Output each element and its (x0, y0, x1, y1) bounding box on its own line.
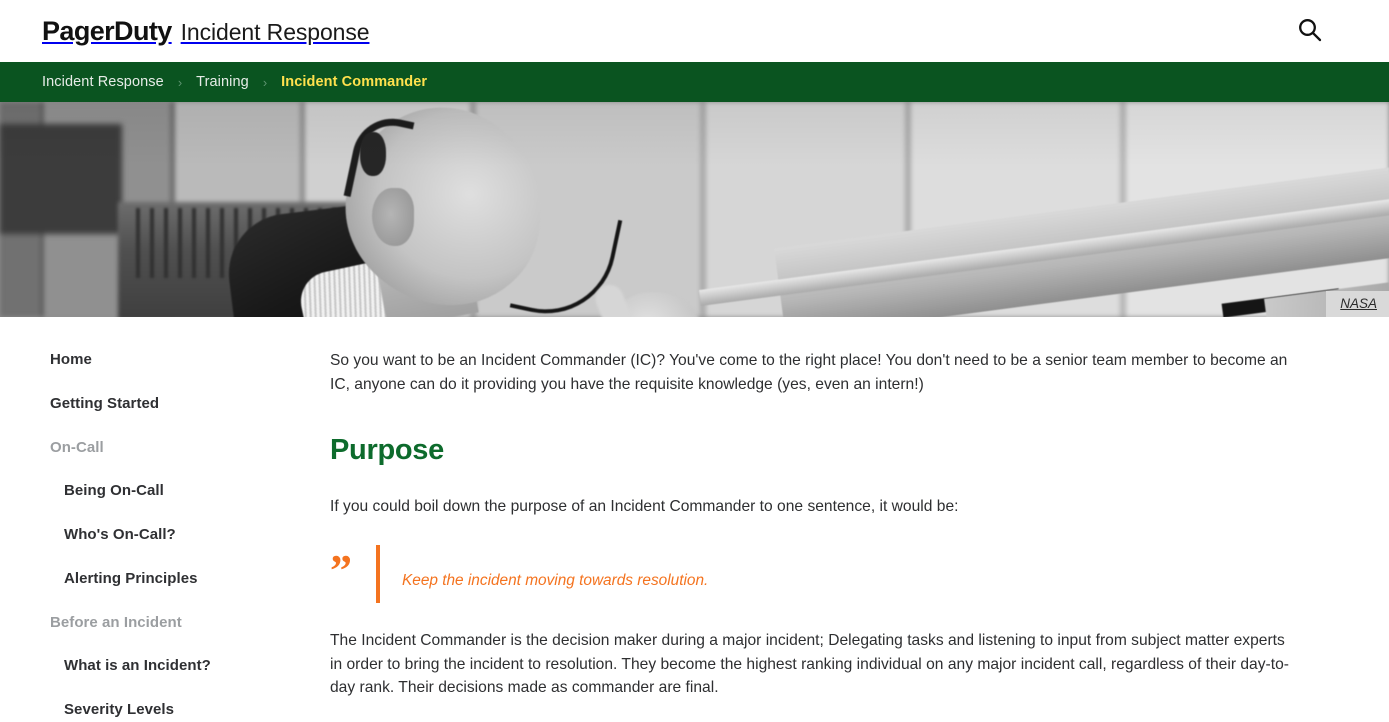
decision-maker-paragraph: The Incident Commander is the decision m… (330, 632, 1289, 697)
pagerduty-logo: PagerDuty (42, 15, 172, 46)
sidebar-item-severity-levels[interactable]: Severity Levels (64, 701, 292, 718)
breadcrumb-item-training[interactable]: Training (196, 74, 249, 90)
purpose-lead-paragraph: If you could boil down the purpose of an… (330, 498, 959, 516)
page-body: Home Getting Started On-Call Being On-Ca… (0, 317, 1389, 722)
search-icon (1297, 17, 1323, 46)
page-section-heading-purpose: Purpose (330, 434, 444, 467)
hero-attribution: NASA (1326, 291, 1389, 317)
brand-home-link[interactable]: PagerDuty Incident Response (42, 15, 370, 46)
sidebar-section-on-call: On-Call (50, 439, 104, 456)
sidebar-item-getting-started[interactable]: Getting Started (50, 395, 292, 412)
pull-quote-text: Keep the incident moving towards resolut… (402, 572, 709, 590)
sidebar-section-before-an-incident: Before an Incident (50, 614, 182, 631)
breadcrumb-item-incident-commander: Incident Commander (281, 74, 428, 90)
quote-mark-icon: ” (330, 546, 352, 596)
sidebar-nav: Home Getting Started On-Call Being On-Ca… (0, 335, 292, 722)
site-title: Incident Response (180, 18, 370, 45)
hero-banner: NASA (0, 102, 1389, 317)
sidebar-item-being-on-call[interactable]: Being On-Call (64, 482, 292, 499)
sidebar-item-home[interactable]: Home (50, 351, 292, 368)
sidebar-item-what-is-an-incident[interactable]: What is an Incident? (64, 657, 292, 674)
breadcrumb-separator-icon: › (177, 74, 183, 90)
breadcrumb-separator-icon: › (262, 74, 268, 90)
sidebar-item-alerting-principles[interactable]: Alerting Principles (64, 570, 292, 587)
main-content: So you want to be an Incident Commander … (292, 335, 1352, 722)
hero-vignette (0, 102, 1389, 317)
sidebar-item-whos-on-call[interactable]: Who's On-Call? (64, 526, 292, 543)
search-button[interactable] (1293, 14, 1327, 48)
hero-attribution-link[interactable]: NASA (1340, 296, 1377, 311)
breadcrumb-item-incident-response[interactable]: Incident Response (42, 74, 164, 90)
hero-photo (0, 102, 1389, 317)
intro-paragraph: So you want to be an Incident Commander … (330, 352, 1288, 393)
pull-quote: ” Keep the incident moving towards resol… (330, 545, 1298, 604)
breadcrumb: Incident Response › Training › Incident … (0, 62, 1389, 102)
site-header: PagerDuty Incident Response (0, 0, 1389, 62)
